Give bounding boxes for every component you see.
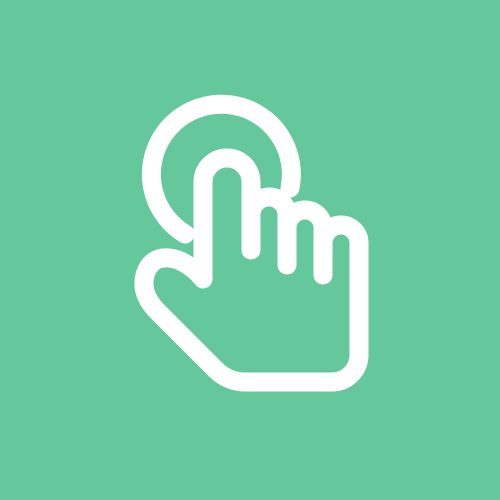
tap-ripple-arc — [141, 94, 301, 244]
tap-gesture-icon — [134, 94, 369, 392]
hand-outline — [134, 148, 369, 392]
icon-tile — [0, 0, 500, 500]
